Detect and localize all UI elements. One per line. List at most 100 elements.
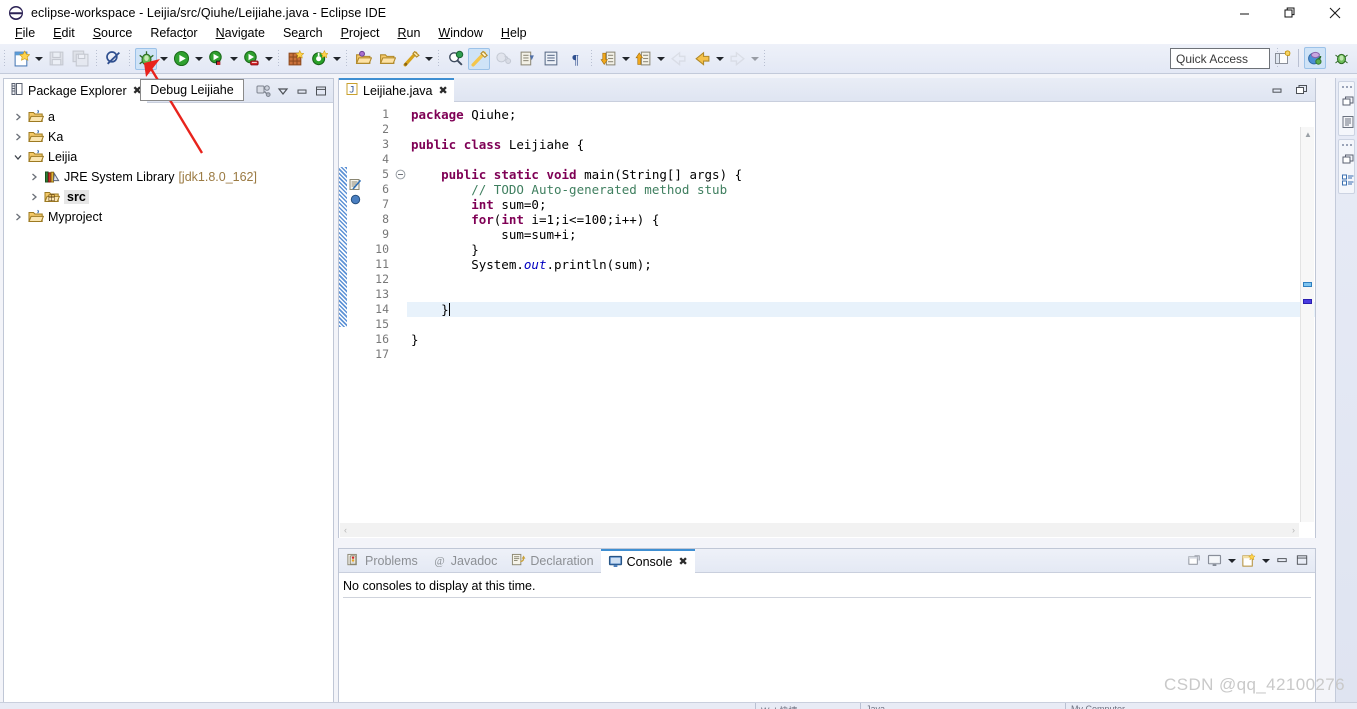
chevron-right-icon[interactable] xyxy=(26,169,42,185)
close-icon[interactable]: ✖ xyxy=(678,555,687,568)
drag-handle[interactable] xyxy=(1339,142,1354,148)
back-icon[interactable] xyxy=(691,48,713,70)
open-type-icon[interactable] xyxy=(352,48,374,70)
menu-edit[interactable]: Edit xyxy=(44,24,84,42)
todo-marker-icon[interactable] xyxy=(347,177,363,192)
menu-window[interactable]: Window xyxy=(429,24,491,42)
tab-package-explorer[interactable]: Package Explorer ✖ xyxy=(4,78,147,103)
scroll-left-icon[interactable]: ‹ xyxy=(344,525,347,535)
fold-collapse-icon[interactable] xyxy=(393,167,407,182)
menu-navigate[interactable]: Navigate xyxy=(207,24,274,42)
quick-access-input[interactable]: Quick Access xyxy=(1170,48,1270,69)
debug-perspective-icon[interactable] xyxy=(1330,47,1352,69)
tab-leijiahe-java[interactable]: J Leijiahe.java ✖ xyxy=(339,77,454,102)
chevron-down-icon[interactable] xyxy=(10,149,26,165)
tree-item-src[interactable]: 田 src xyxy=(4,187,333,207)
chevron-right-icon[interactable] xyxy=(10,209,26,225)
restore-icon[interactable] xyxy=(1339,91,1357,111)
scroll-up-icon[interactable]: ▲ xyxy=(1301,127,1315,141)
code-line[interactable] xyxy=(407,347,1315,362)
code-line[interactable]: for(int i=1;i<=100;i++) { xyxy=(407,212,1315,227)
display-selected-console-icon[interactable] xyxy=(1206,552,1223,569)
code-line[interactable] xyxy=(407,272,1315,287)
new-java-class-icon[interactable] xyxy=(308,48,330,70)
menu-file[interactable]: File xyxy=(6,24,44,42)
next-edit-position-dropdown-arrow[interactable] xyxy=(620,48,631,70)
previous-edit-position-icon[interactable] xyxy=(632,48,654,70)
quick-fix-icon[interactable] xyxy=(400,48,422,70)
new-console-view-icon[interactable] xyxy=(1240,552,1257,569)
run-dropdown-arrow[interactable] xyxy=(193,48,204,70)
code-line[interactable] xyxy=(407,287,1315,302)
code-line[interactable]: public class Leijiahe { xyxy=(407,137,1315,152)
tab-problems[interactable]: Problems xyxy=(339,549,425,573)
editor-horizontal-scrollbar[interactable]: ‹ › xyxy=(340,523,1299,537)
open-console-icon[interactable] xyxy=(1186,552,1203,569)
minimize-editor-icon[interactable] xyxy=(1268,81,1285,98)
code-area[interactable]: 1 2 3 4 5 6 7 8 9 10 11 12 13 14 15 16 17 package Qiuhe;… xyxy=(339,102,1315,538)
previous-edit-position-dropdown-arrow[interactable] xyxy=(655,48,666,70)
minimize-console-icon[interactable] xyxy=(1274,552,1291,569)
quick-fix-dropdown-arrow[interactable] xyxy=(423,48,434,70)
code-line[interactable]: sum=sum+i; xyxy=(407,227,1315,242)
java-perspective-icon[interactable] xyxy=(1304,47,1326,69)
overview-marker[interactable] xyxy=(1303,299,1312,304)
menu-refactor[interactable]: Refactor xyxy=(141,24,206,42)
menu-search[interactable]: Search xyxy=(274,24,332,42)
source-code[interactable]: package Qiuhe; public class Leijiahe { p… xyxy=(407,102,1315,538)
tree-item-jre-system-library[interactable]: JRE System Library [jdk1.8.0_162] xyxy=(4,167,333,187)
code-line[interactable]: System.out.println(sum); xyxy=(407,257,1315,272)
code-line[interactable]: package Qiuhe; xyxy=(407,107,1315,122)
back-dropdown-arrow[interactable] xyxy=(714,48,725,70)
coverage-dropdown-arrow[interactable] xyxy=(228,48,239,70)
external-tools-dropdown-arrow[interactable] xyxy=(263,48,274,70)
debug-icon[interactable] xyxy=(135,47,157,70)
view-menu-icon[interactable] xyxy=(274,82,291,99)
code-line[interactable]: int sum=0; xyxy=(407,197,1315,212)
overview-marker[interactable] xyxy=(1303,282,1312,287)
external-tools-icon[interactable] xyxy=(240,48,262,70)
open-task-icon[interactable] xyxy=(376,48,398,70)
code-line[interactable]: } xyxy=(407,302,1315,317)
coverage-icon[interactable] xyxy=(205,48,227,70)
tab-declaration[interactable]: Declaration xyxy=(504,549,600,573)
taskbar-item[interactable] xyxy=(1065,703,1066,709)
editor-vertical-scrollbar[interactable]: ▲ xyxy=(1300,127,1314,522)
chevron-right-icon[interactable] xyxy=(10,129,26,145)
debug-dropdown-arrow[interactable] xyxy=(158,48,169,70)
previous-annotation-icon[interactable] xyxy=(540,48,562,70)
restore-icon[interactable] xyxy=(1339,149,1357,169)
menu-source[interactable]: Source xyxy=(84,24,142,42)
task-list-view-icon[interactable] xyxy=(1339,170,1357,190)
next-annotation-icon[interactable] xyxy=(516,48,538,70)
maximize-view-icon[interactable] xyxy=(312,82,329,99)
forward-dropdown-arrow[interactable] xyxy=(749,48,760,70)
menu-help[interactable]: Help xyxy=(492,24,536,42)
breakpoint-marker-icon[interactable] xyxy=(347,192,363,207)
code-line[interactable]: // TODO Auto-generated method stub xyxy=(407,182,1315,197)
toggle-mark-occurrences-icon[interactable] xyxy=(468,47,490,70)
code-line[interactable]: } xyxy=(407,242,1315,257)
chevron-right-icon[interactable] xyxy=(10,109,26,125)
tab-javadoc[interactable]: @ Javadoc xyxy=(425,549,505,573)
code-line[interactable]: } xyxy=(407,332,1315,347)
new-java-class-dropdown-arrow[interactable] xyxy=(331,48,342,70)
link-with-editor-icon[interactable] xyxy=(255,82,272,99)
run-icon[interactable] xyxy=(170,48,192,70)
tree-item-a[interactable]: a xyxy=(4,107,333,127)
taskbar-item[interactable] xyxy=(755,703,756,709)
folding-ruler[interactable] xyxy=(393,102,407,538)
code-line[interactable] xyxy=(407,317,1315,332)
chevron-right-icon[interactable] xyxy=(26,189,42,205)
search-icon[interactable] xyxy=(444,48,466,70)
new-wizard-icon[interactable] xyxy=(10,48,32,70)
scroll-right-icon[interactable]: › xyxy=(1292,525,1295,535)
drag-handle[interactable] xyxy=(1339,84,1354,90)
menu-run[interactable]: Run xyxy=(388,24,429,42)
minimize-view-icon[interactable] xyxy=(293,82,310,99)
menu-project[interactable]: Project xyxy=(332,24,389,42)
tree-item-myproject[interactable]: Myproject xyxy=(4,207,333,227)
tab-console[interactable]: Console ✖ xyxy=(600,548,695,573)
code-line[interactable] xyxy=(407,122,1315,137)
skip-all-breakpoints-icon[interactable] xyxy=(102,48,124,70)
